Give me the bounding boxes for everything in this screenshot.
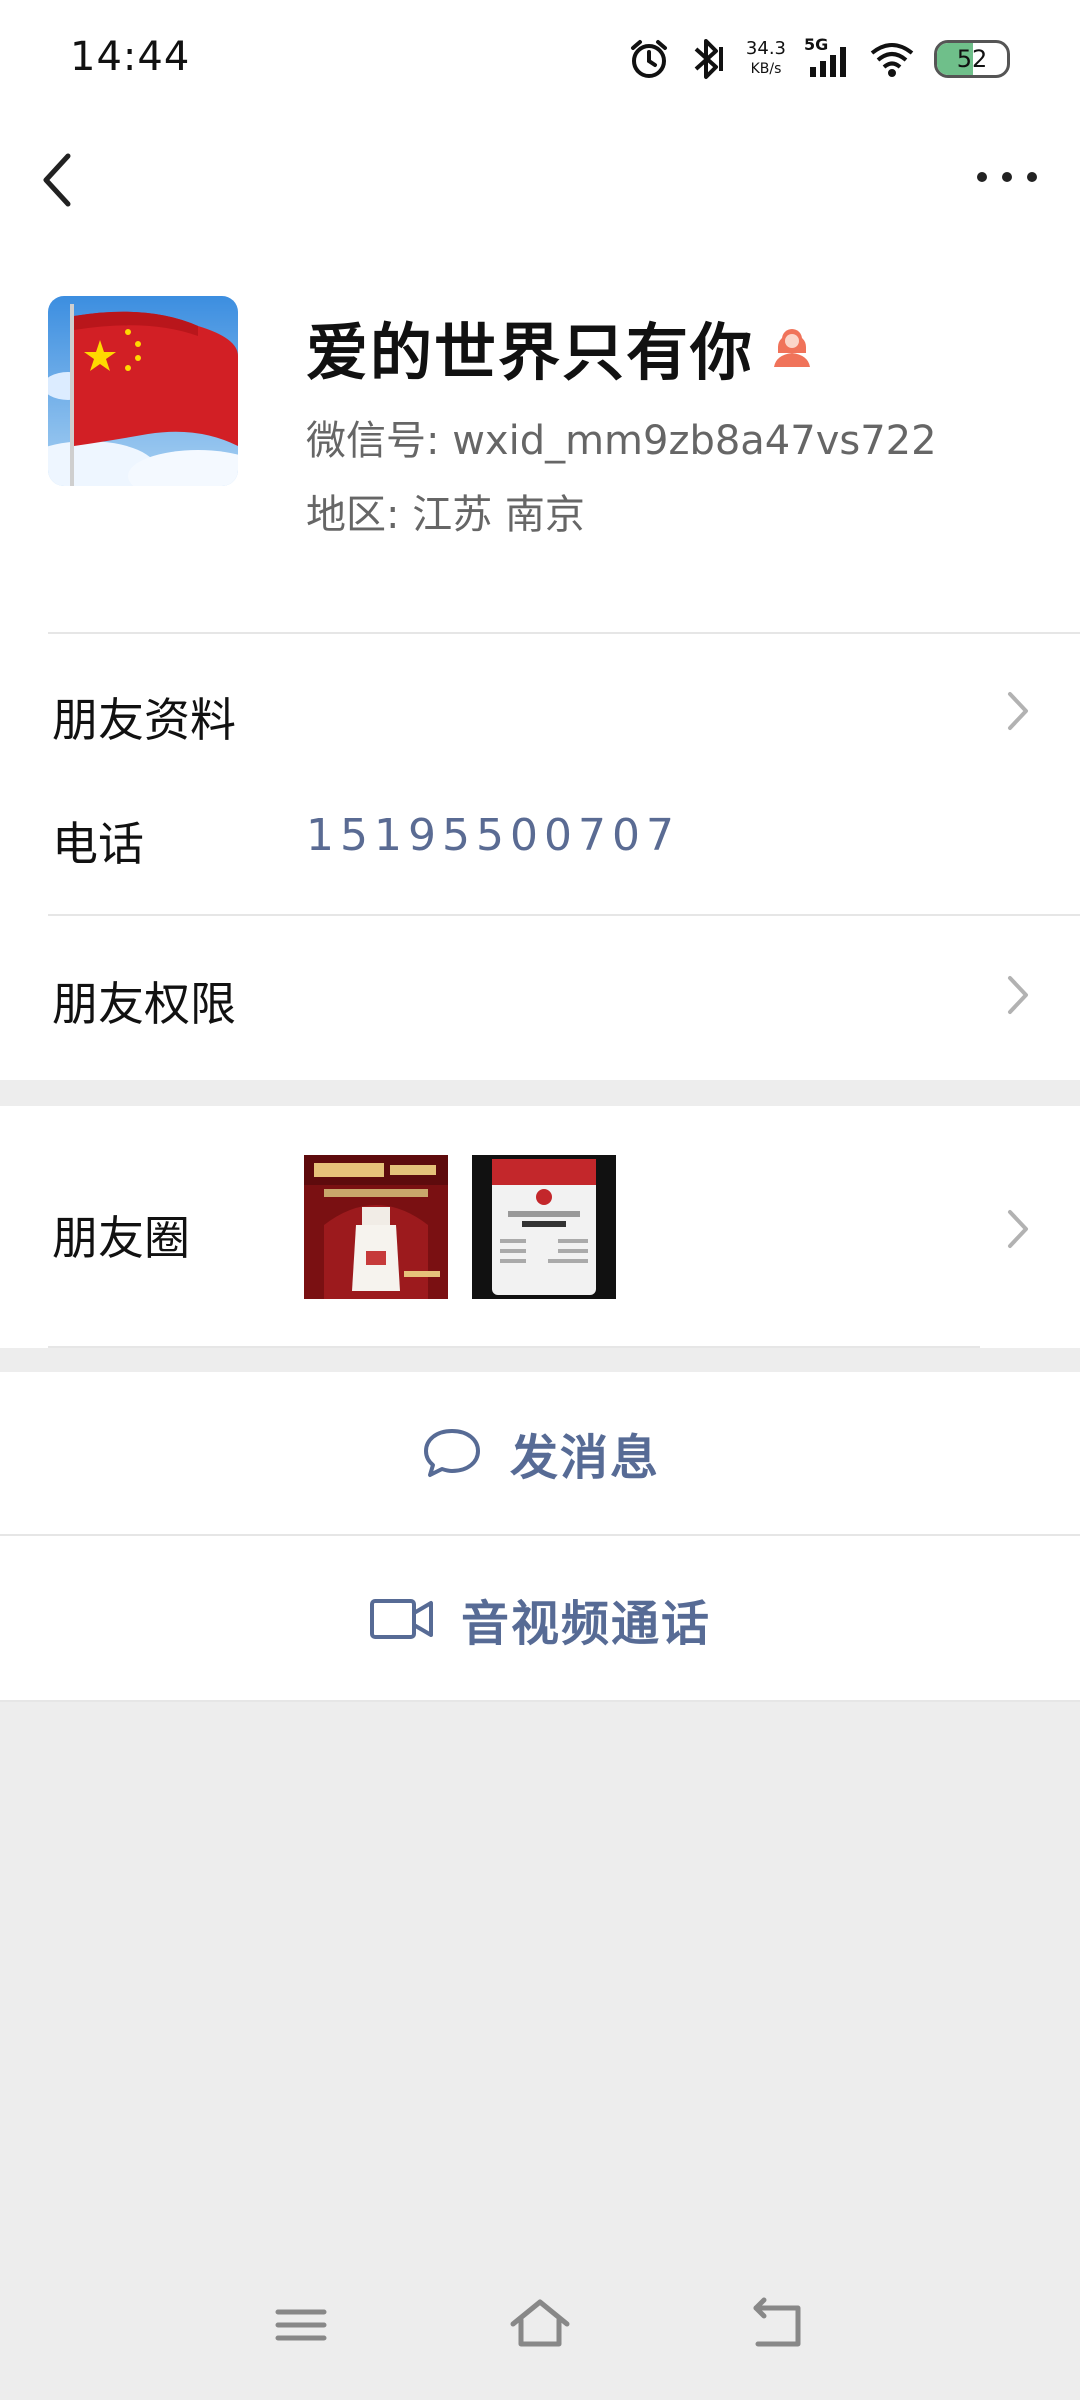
chat-bubble-icon (423, 1429, 480, 1477)
bluetooth-icon (694, 39, 723, 79)
chevron-right-icon (1008, 976, 1028, 1014)
nav-bar (0, 140, 1080, 220)
av-call-label: 音视频通话 (460, 1596, 711, 1652)
flag-avatar-image (48, 296, 238, 486)
moments-thumbnail[interactable] (304, 1155, 448, 1299)
phone-number[interactable]: 15195500707 (306, 810, 680, 861)
signal-icon (810, 47, 846, 77)
video-camera-icon (369, 1599, 433, 1639)
cellular-signal: 5G (804, 35, 850, 79)
status-time: 14:44 (70, 34, 191, 80)
nickname-row: 爱的世界只有你 (306, 302, 816, 392)
net-speed: 34.3 KB/s (746, 39, 786, 79)
net-speed-value: 34.3 (745, 38, 786, 59)
status-bar: 14:44 34.3 KB/s 5G 52 (0, 0, 1080, 120)
female-gender-icon (774, 329, 811, 367)
nickname: 爱的世界只有你 (306, 316, 755, 389)
moments-label: 朋友圈 (52, 1211, 190, 1265)
wechat-id: 微信号: wxid_mm9zb8a47vs722 (306, 418, 937, 464)
divider (48, 1346, 980, 1348)
friend-info-row[interactable]: 朋友资料 (0, 640, 1080, 780)
friend-info-label: 朋友资料 (52, 693, 236, 747)
battery-percent: 52 (956, 45, 988, 73)
chevron-right-icon (1008, 1210, 1028, 1248)
moments-thumbnail[interactable] (472, 1155, 616, 1299)
menu-icon[interactable] (266, 2290, 336, 2360)
send-message-button[interactable]: 发消息 (0, 1372, 1080, 1534)
phone-label: 电话 (52, 817, 144, 871)
payment-screenshot-image (472, 1155, 616, 1299)
divider (48, 914, 1080, 916)
alarm-icon (630, 40, 667, 78)
liquor-ad-image (304, 1155, 448, 1299)
region: 地区: 江苏 南京 (306, 492, 585, 538)
divider (48, 632, 1080, 634)
friend-permissions-row[interactable]: 朋友权限 (0, 918, 1080, 1078)
back-arrow-icon[interactable] (36, 150, 84, 210)
status-icons: 34.3 KB/s 5G 52 (628, 34, 1010, 84)
send-message-label: 发消息 (509, 1430, 660, 1486)
av-call-button[interactable]: 音视频通话 (0, 1536, 1080, 1702)
divider (0, 1700, 1080, 1702)
friend-permissions-label: 朋友权限 (52, 977, 236, 1031)
chevron-right-icon (1008, 692, 1028, 730)
wifi-icon (870, 43, 914, 77)
home-icon[interactable] (505, 2290, 575, 2360)
battery-indicator: 52 (934, 40, 1010, 78)
net-speed-unit: KB/s (750, 61, 782, 77)
system-nav-bar (0, 2290, 1080, 2380)
avatar[interactable] (48, 296, 238, 486)
more-options-icon[interactable] (972, 162, 1042, 192)
back-icon[interactable] (744, 2290, 814, 2360)
